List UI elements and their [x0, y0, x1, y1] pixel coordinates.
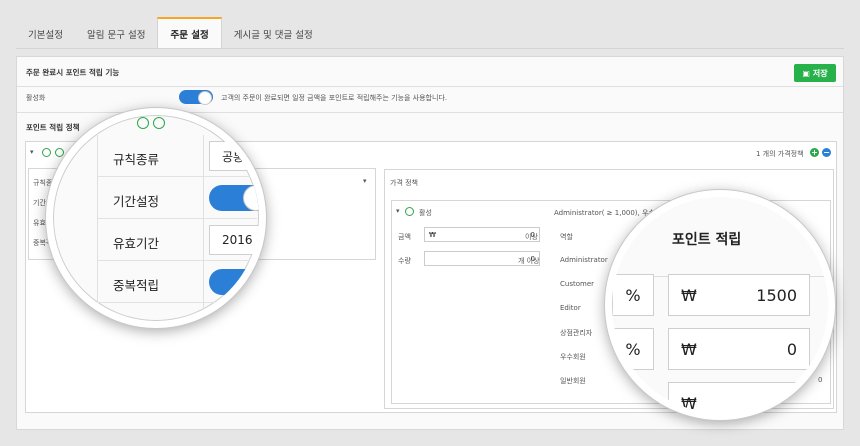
rule-type-label: 규칙종류 — [113, 152, 160, 167]
quantity-op: 개 이상 — [518, 257, 540, 265]
role-vip-member: 우수회원 — [560, 353, 586, 361]
percent-unit[interactable]: % — [612, 328, 654, 370]
save-button-label: 저장 — [812, 68, 828, 78]
duplicate-label: 중복적립 — [113, 278, 160, 293]
magnifier-left: 규칙종류 공통 기간설정 유효기간 2016 중복적립 — [46, 108, 266, 328]
amount-label: 금액 — [398, 233, 411, 241]
collapse-icon[interactable]: ▾ — [396, 207, 400, 215]
duplicate-row: 중복적립 — [97, 261, 259, 303]
enable-description: 고객의 주문이 완료되면 일정 금액을 포인트로 적립해주는 기능을 사용합니다… — [221, 94, 448, 102]
period-label: 기간설정 — [113, 194, 160, 209]
enable-label: 활성화 — [26, 94, 46, 102]
points-header: 포인트 적립 — [672, 232, 742, 248]
currency-symbol: ₩ — [681, 393, 697, 413]
tab-bar: 기본설정 알림 문구 설정 주문 설정 게시글 및 댓글 설정 — [16, 17, 325, 49]
currency-symbol: ₩ — [681, 339, 697, 359]
price-active-label: 활성 — [419, 209, 432, 217]
check-circle-icon — [405, 207, 414, 216]
role-customer: Customer — [560, 280, 595, 288]
tab-order-settings[interactable]: 주문 설정 — [157, 17, 222, 49]
rule-type-row: 규칙종류 공통 — [97, 135, 259, 177]
percent-unit[interactable]: % — [612, 274, 654, 316]
check-circle-icon — [137, 117, 149, 129]
remove-role-icon[interactable]: − — [805, 212, 814, 221]
role-shop-manager: 상점관리자 — [560, 329, 593, 337]
save-button[interactable]: ▣ 저장 — [794, 64, 836, 82]
price-policy-title: 가격 정책 — [390, 179, 418, 187]
tab-basic-settings[interactable]: 기본설정 — [16, 19, 75, 49]
check-circle-icon — [42, 148, 51, 157]
role-header: 역할 — [560, 233, 573, 241]
remove-policy-icon[interactable]: − — [822, 148, 831, 157]
role-regular-member: 일반회원 — [560, 377, 586, 385]
points-input[interactable]: ₩ 1500 — [668, 274, 810, 316]
duplicate-toggle[interactable] — [209, 269, 259, 295]
order-points-title: 주문 완료시 포인트 적립 기능 — [26, 68, 120, 77]
currency-symbol: ₩ — [681, 285, 697, 305]
price-policy-count: 1 개의 가격정책 — [756, 150, 804, 158]
rule-type-select[interactable]: 공통 — [209, 141, 259, 171]
period-toggle[interactable] — [209, 185, 259, 211]
enable-toggle[interactable] — [179, 90, 213, 105]
collapse-icon[interactable]: ▾ — [30, 148, 34, 156]
check-circle-icon — [153, 117, 165, 129]
add-policy-icon[interactable]: + — [810, 148, 819, 157]
amount-input[interactable]: ₩ 0 — [424, 227, 540, 242]
points-value: 0 — [786, 339, 797, 359]
magnifier-right: 포인트 적립 % ₩ 1500 % ₩ 0 ₩ + − — [605, 190, 835, 420]
tab-divider — [16, 48, 844, 49]
valid-period-label: 유효기간 — [113, 236, 160, 251]
points-value: 1500 — [756, 285, 797, 305]
tab-post-comment-settings[interactable]: 게시글 및 댓글 설정 — [222, 19, 325, 49]
amount-currency: ₩ — [429, 230, 436, 239]
tab-notification-text[interactable]: 알림 문구 설정 — [75, 19, 157, 49]
role-administrator: Administrator — [560, 256, 608, 264]
valid-period-row: 유효기간 2016 — [97, 219, 259, 261]
role-value: 0 — [818, 376, 823, 384]
points-input[interactable]: ₩ 0 — [668, 328, 810, 370]
role-editor: Editor — [560, 304, 581, 312]
quantity-label: 수량 — [398, 257, 411, 265]
valid-period-input[interactable]: 2016 — [209, 225, 259, 255]
amount-op: 이상 — [525, 233, 538, 241]
rule-type-dropdown-icon[interactable]: ▾ — [363, 177, 367, 185]
add-role-icon[interactable]: + — [793, 212, 802, 221]
save-icon: ▣ — [802, 68, 810, 78]
period-row: 기간설정 — [97, 177, 259, 219]
divider — [17, 86, 843, 87]
